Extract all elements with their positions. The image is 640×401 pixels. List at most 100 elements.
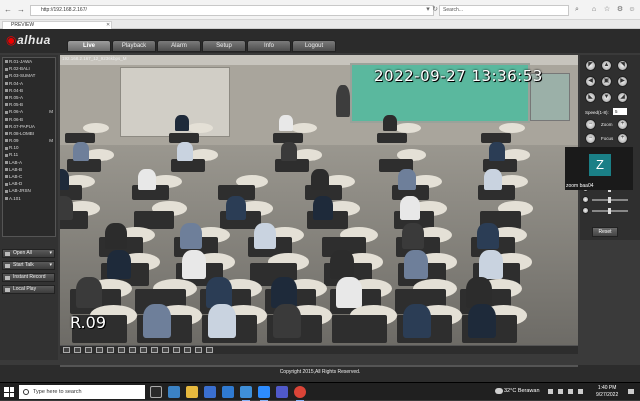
person xyxy=(175,115,189,131)
local-play-button[interactable]: Local Play xyxy=(2,285,55,294)
refresh-icon[interactable]: ↻ xyxy=(431,6,439,14)
layout-control-icon[interactable] xyxy=(206,347,213,353)
list-item[interactable]: R.03-SUMAT xyxy=(3,72,55,79)
tab-alarm[interactable]: Alarm xyxy=(157,40,201,52)
list-item[interactable]: R.01-JAWA xyxy=(3,58,55,65)
ptz-up-icon[interactable]: ▲ xyxy=(601,60,612,71)
adjust-slider[interactable] xyxy=(592,208,628,214)
browser-search-input[interactable]: Search... xyxy=(439,5,569,16)
list-item[interactable]: LAB-A xyxy=(3,159,55,166)
browser-tab-preview[interactable]: PREVIEW ✕ xyxy=(2,21,112,29)
speed-select[interactable]: 5 xyxy=(613,108,627,115)
layout-control-icon[interactable] xyxy=(151,347,158,353)
search-icon xyxy=(23,389,29,395)
store-icon[interactable] xyxy=(204,386,216,398)
search-icon[interactable]: ⌕ xyxy=(573,6,581,14)
chrome-icon[interactable] xyxy=(294,386,306,401)
zoom-app-icon[interactable] xyxy=(258,386,270,401)
camera-icon xyxy=(5,67,8,71)
list-item[interactable]: R.05-A xyxy=(3,94,55,101)
layout-control-icon[interactable] xyxy=(140,347,147,353)
list-item[interactable]: R.04-A xyxy=(3,80,55,87)
list-item[interactable]: R.05-B xyxy=(3,101,55,108)
close-icon[interactable]: ✕ xyxy=(106,22,110,29)
ptz-center-icon[interactable]: ▣ xyxy=(601,76,612,87)
video-feed[interactable]: 192.168.2.167_12_9236kbps_M 2022-09-27 1… xyxy=(60,55,578,345)
list-item[interactable]: R.04-B xyxy=(3,87,55,94)
layout-control-icon[interactable] xyxy=(173,347,180,353)
slider-handle[interactable] xyxy=(608,208,611,214)
tray-expand-icon[interactable] xyxy=(548,389,553,394)
tab-setup[interactable]: Setup xyxy=(202,40,246,52)
task-view-icon[interactable] xyxy=(150,386,162,398)
camera-list[interactable]: R.01-JAWA R.02-BALI R.03-SUMAT R.04-A R.04-B… xyxy=(2,57,56,237)
list-item[interactable]: A.101 xyxy=(3,195,55,202)
weather-text[interactable]: 32°C Berawan xyxy=(504,388,540,394)
smiley-icon[interactable]: ☺ xyxy=(628,6,636,14)
list-item[interactable]: R.09 M xyxy=(3,137,55,144)
list-item[interactable]: R.11 xyxy=(3,151,55,158)
list-item[interactable]: R.07-PAPUA xyxy=(3,123,55,130)
layout-control-icon[interactable] xyxy=(107,347,114,353)
list-item[interactable]: R.08-LOMBI xyxy=(3,130,55,137)
ptz-up-left-icon[interactable]: ◤ xyxy=(585,60,596,71)
taskbar-search-input[interactable]: Type here to search xyxy=(19,385,145,399)
tab-playback[interactable]: Playback xyxy=(112,40,156,52)
instant-record-button[interactable]: Instant Record xyxy=(2,273,55,282)
focus-in-icon[interactable]: + xyxy=(617,133,628,144)
home-icon[interactable]: ⌂ xyxy=(590,6,598,14)
layout-control-icon[interactable] xyxy=(74,347,81,353)
tab-info[interactable]: Info xyxy=(247,40,291,52)
layout-control-icon[interactable] xyxy=(118,347,125,353)
mail-icon[interactable] xyxy=(222,386,234,398)
network-icon[interactable] xyxy=(558,389,563,394)
tab-live[interactable]: Live xyxy=(67,40,111,52)
list-item[interactable]: LAB-D xyxy=(3,180,55,187)
tab-logout[interactable]: Logout xyxy=(292,40,336,52)
ie-icon[interactable] xyxy=(240,386,252,401)
file-explorer-icon[interactable] xyxy=(186,386,198,398)
volume-icon[interactable] xyxy=(568,389,573,394)
layout-control-icon[interactable] xyxy=(129,347,136,353)
focus-out-icon[interactable]: − xyxy=(585,133,596,144)
list-item[interactable]: R.02-BALI xyxy=(3,65,55,72)
list-item[interactable]: R.10 xyxy=(3,144,55,151)
list-item[interactable]: LAB-JRSN xyxy=(3,187,55,194)
list-item[interactable]: LAB-B xyxy=(3,166,55,173)
ptz-down-icon[interactable]: ▼ xyxy=(601,92,612,103)
forward-icon[interactable]: → xyxy=(16,5,26,15)
zoom-in-icon[interactable]: + xyxy=(617,119,628,130)
edge-icon[interactable] xyxy=(168,386,180,398)
person xyxy=(181,250,206,279)
layout-control-icon[interactable] xyxy=(85,347,92,353)
list-item[interactable]: LAB-C xyxy=(3,173,55,180)
adjust-slider[interactable] xyxy=(592,197,628,203)
ptz-up-right-icon[interactable]: ◥ xyxy=(617,60,628,71)
back-icon[interactable]: ← xyxy=(3,5,13,15)
list-item[interactable]: R.06-B xyxy=(3,116,55,123)
ptz-down-right-icon[interactable]: ◢ xyxy=(617,92,628,103)
reset-button[interactable]: Reset xyxy=(592,227,618,237)
layout-control-icon[interactable] xyxy=(96,347,103,353)
list-item[interactable]: R.06-A M xyxy=(3,108,55,115)
ptz-left-icon[interactable]: ◀ xyxy=(585,76,596,87)
address-bar[interactable]: http://192.168.2.167/ xyxy=(30,5,434,16)
teams-icon[interactable] xyxy=(276,386,288,398)
zoom-out-icon[interactable]: − xyxy=(585,119,596,130)
open-all-button[interactable]: Open All ▾ xyxy=(2,249,55,258)
layout-control-icon[interactable] xyxy=(162,347,169,353)
zoom-participant-tile[interactable]: Z zoom baa04 xyxy=(565,147,633,190)
layout-control-icon[interactable] xyxy=(63,347,70,353)
notifications-icon[interactable] xyxy=(628,389,634,394)
layout-control-icon[interactable] xyxy=(195,347,202,353)
favorites-icon[interactable]: ☆ xyxy=(603,6,611,14)
slider-handle[interactable] xyxy=(608,197,611,203)
windows-start-icon[interactable] xyxy=(4,387,14,397)
gear-icon[interactable]: ⚙ xyxy=(616,6,624,14)
ptz-down-left-icon[interactable]: ◣ xyxy=(585,92,596,103)
layout-control-icon[interactable] xyxy=(184,347,191,353)
clock[interactable]: 1:40 PM 9/27/2022 xyxy=(596,385,618,399)
language-icon[interactable] xyxy=(578,389,583,394)
start-talk-button[interactable]: Start Talk ▾ xyxy=(2,261,55,270)
ptz-right-icon[interactable]: ▶ xyxy=(617,76,628,87)
